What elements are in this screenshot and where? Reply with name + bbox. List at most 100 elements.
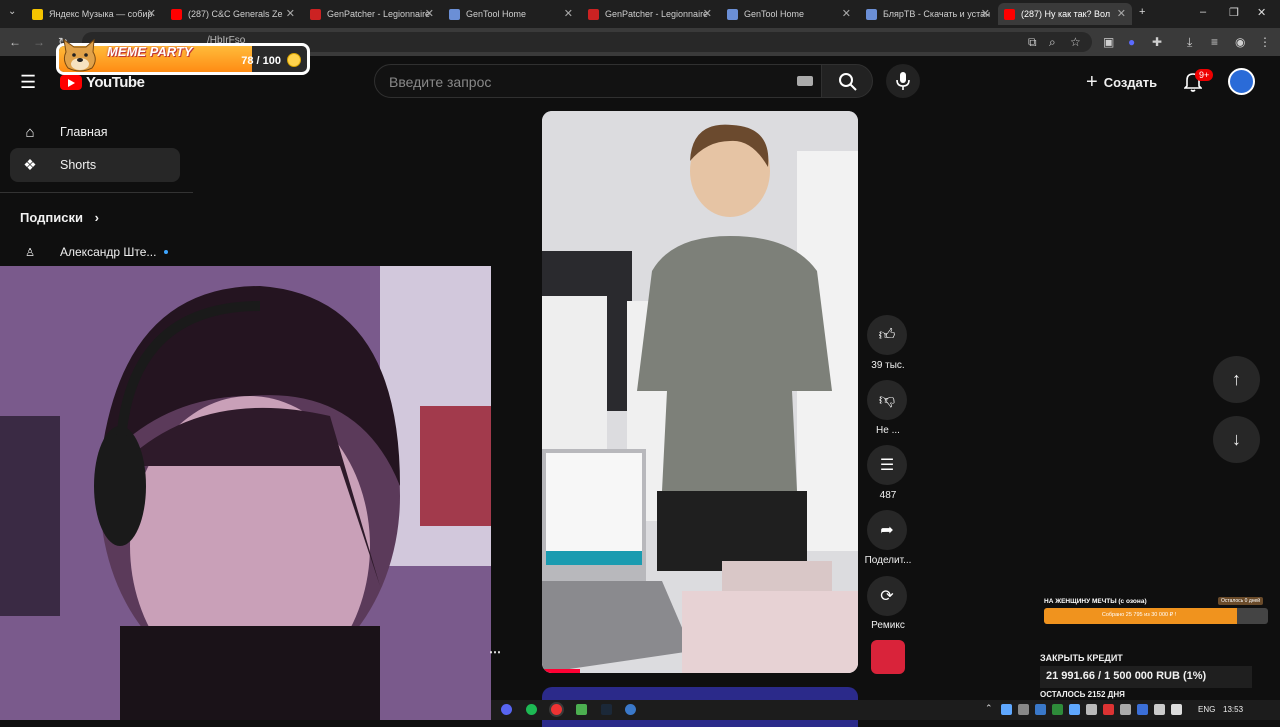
mic-icon	[896, 72, 910, 90]
like-count: 39 тыс.	[871, 360, 905, 371]
meme-title: MEME PARTY	[107, 44, 193, 59]
steam-icon[interactable]	[601, 704, 612, 715]
dislike-button[interactable]: 👎︎	[867, 380, 907, 420]
tab-favicon-icon	[310, 8, 321, 20]
avatar[interactable]	[1228, 68, 1255, 95]
browser-tab[interactable]: GenPatcher - Legionnaire ✕	[304, 3, 440, 25]
search-input[interactable]: Введите запрос	[374, 64, 822, 98]
forward-icon[interactable]: →	[33, 35, 45, 49]
tab-search-icon[interactable]: ⌄	[8, 6, 16, 17]
bookmark-star-icon[interactable]: ☆	[1070, 35, 1081, 49]
dislike-label: Не ...	[876, 425, 900, 436]
search-icon	[839, 73, 857, 91]
thumb-down-icon: 👎︎	[878, 391, 896, 409]
comments-button[interactable]: ☰	[867, 445, 907, 485]
extensions-puzzle-icon[interactable]: ✚	[1152, 35, 1162, 49]
browser-tab[interactable]: GenTool Home ✕	[443, 3, 579, 25]
close-window-icon[interactable]: ✕	[1257, 6, 1266, 19]
spotify-icon[interactable]	[526, 704, 537, 715]
speaker-icon[interactable]	[1171, 704, 1182, 715]
profile-icon[interactable]: ◉	[1235, 35, 1245, 49]
system-clock[interactable]: 13:53	[1223, 705, 1243, 714]
short-video-player[interactable]	[542, 111, 858, 673]
tray-app-icon[interactable]	[1086, 704, 1097, 715]
tab-title: GenTool Home	[744, 9, 805, 19]
sidebar-item-subscription[interactable]: ♙ Александр Ште...	[20, 245, 169, 259]
app-icon[interactable]	[625, 704, 636, 715]
tab-title: (287) C&C Generals Ze	[188, 9, 283, 19]
tab-title: GenPatcher - Legionnaire	[327, 9, 431, 19]
tray-app-icon[interactable]	[1035, 704, 1046, 715]
sidebar-item-home[interactable]: ⌂ Главная	[10, 115, 180, 149]
credit-goal-title: ЗАКРЫТЬ КРЕДИТ	[1040, 653, 1123, 663]
zoom-icon[interactable]: ⌕	[1049, 35, 1056, 50]
browser-tab[interactable]: БлярТВ - Скачать и устан ✕	[860, 3, 996, 25]
chrome-icon[interactable]	[551, 704, 562, 715]
more-icon[interactable]: ⋮	[1259, 35, 1271, 49]
tray-app-icon[interactable]	[1069, 704, 1080, 715]
share-icon: ➦	[880, 522, 894, 539]
sidebar-item-shorts[interactable]: ❖ Shorts	[10, 148, 180, 182]
close-icon[interactable]: ✕	[147, 7, 156, 20]
tray-chevron-icon[interactable]: ⌃	[985, 703, 993, 714]
tray-app-icon[interactable]	[1120, 704, 1131, 715]
tray-app-icon[interactable]	[1018, 704, 1029, 715]
media-icon[interactable]: ≡	[1211, 35, 1218, 49]
notification-badge: 9+	[1195, 69, 1214, 81]
tray-app-icon[interactable]	[1103, 704, 1114, 715]
close-icon[interactable]: ✕	[564, 7, 573, 20]
close-icon[interactable]: ✕	[286, 7, 295, 20]
tab-favicon-icon	[588, 8, 599, 20]
like-button[interactable]: 👍︎	[867, 315, 907, 355]
notes-app-icon[interactable]	[576, 704, 587, 715]
browser-tab[interactable]: (287) C&C Generals Ze ✕	[165, 3, 301, 25]
youtube-logo[interactable]: YouTube	[60, 74, 145, 91]
input-language[interactable]: ENG	[1198, 705, 1215, 714]
keyboard-icon[interactable]	[797, 76, 813, 86]
install-icon[interactable]: ⧉	[1028, 35, 1037, 50]
browser-tab[interactable]: GenPatcher - Legionnaire ✕	[582, 3, 718, 25]
close-icon[interactable]: ✕	[1117, 7, 1126, 20]
donation-goal-text: Собрано 25 795 из 30 000 ₽ !	[1101, 612, 1177, 618]
arrow-down-icon: ↓	[1232, 429, 1241, 449]
bluetooth-icon[interactable]	[1137, 704, 1148, 715]
tab-favicon-icon	[1004, 8, 1015, 20]
browser-tab-active[interactable]: (287) Ну как так? Вол ✕	[998, 3, 1132, 25]
tray-app-icon[interactable]	[1154, 704, 1165, 715]
more-options-icon[interactable]: ⋯	[489, 645, 501, 659]
close-icon[interactable]: ✕	[703, 7, 712, 20]
previous-short-button[interactable]: ↑	[1213, 356, 1260, 403]
extension-icon[interactable]: ▣	[1103, 35, 1114, 49]
tab-favicon-icon	[866, 8, 877, 20]
channel-avatar[interactable]	[871, 640, 905, 674]
create-button[interactable]: + Создать	[1086, 71, 1157, 94]
remix-button[interactable]: ⟳	[867, 576, 907, 616]
voice-search-button[interactable]	[886, 64, 920, 98]
tray-app-icon[interactable]	[1052, 704, 1063, 715]
home-icon: ⌂	[25, 123, 35, 141]
browser-tab[interactable]: Яндекс Музыка — собир ✕	[26, 3, 162, 25]
close-icon[interactable]: ✕	[842, 7, 851, 20]
credit-goal-days: ОСТАЛОСЬ 2152 ДНЯ	[1040, 690, 1125, 699]
menu-icon[interactable]: ☰	[20, 72, 36, 93]
sidebar-subscriptions-header[interactable]: Подписки ›	[20, 210, 99, 225]
new-tab-icon[interactable]: +	[1139, 6, 1145, 18]
tab-favicon-icon	[449, 8, 460, 20]
extension-icon[interactable]: ●	[1128, 35, 1135, 49]
close-icon[interactable]: ✕	[981, 7, 990, 20]
minimize-icon[interactable]: –	[1200, 6, 1206, 18]
new-content-dot	[164, 250, 169, 254]
maximize-icon[interactable]: ❐	[1229, 6, 1239, 19]
browser-tab[interactable]: GenTool Home ✕	[721, 3, 857, 25]
tray-app-icon[interactable]	[1001, 704, 1012, 715]
share-button[interactable]: ➦	[867, 510, 907, 550]
next-short-button[interactable]: ↓	[1213, 416, 1260, 463]
credit-goal-value-box: 21 991.66 / 1 500 000 RUB (1%)	[1040, 666, 1252, 688]
close-icon[interactable]: ✕	[425, 7, 434, 20]
discord-icon[interactable]	[501, 704, 512, 715]
credit-goal-value: 21 991.66 / 1 500 000 RUB (1%)	[1046, 670, 1207, 682]
search-button[interactable]	[821, 64, 873, 98]
meme-value: 78 / 100	[241, 55, 281, 67]
back-icon[interactable]: ←	[9, 35, 21, 49]
download-icon[interactable]: ⤓	[1187, 35, 1192, 50]
